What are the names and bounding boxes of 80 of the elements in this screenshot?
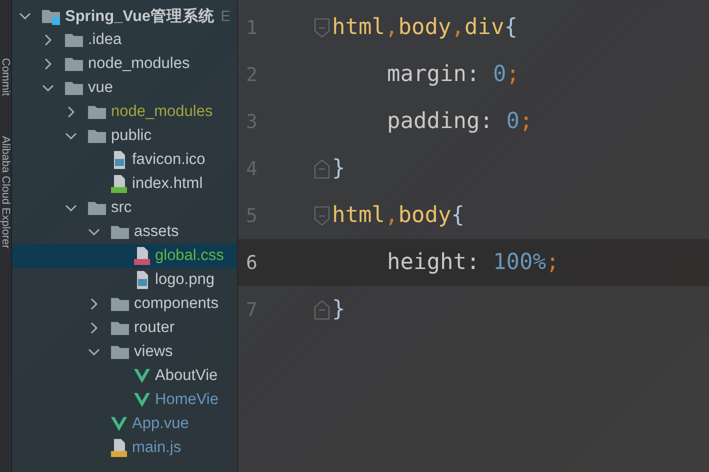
tree-row[interactable]: vue [12,76,237,100]
code-text: html,body,div{ [332,14,518,42]
file-name: Spring_Vue管理系统 [65,6,215,26]
file-name: logo.png [155,271,214,289]
tree-row[interactable]: App.vue [12,412,237,436]
tree-row[interactable]: index.html [12,172,237,196]
file-name: AboutVie [155,367,218,385]
tree-row[interactable]: router [12,316,237,340]
line-number: 6 [245,252,258,274]
html-file-icon [110,174,128,194]
code-text: } [332,154,346,182]
tree-row[interactable]: HomeVie [12,388,237,412]
file-name: App.vue [132,415,189,433]
folder-icon [64,31,84,49]
tree-row[interactable]: assets [12,220,237,244]
file-name: global.css [155,247,224,265]
file-name: vue [88,79,113,97]
tree-row[interactable]: src [12,196,237,220]
folder-icon [110,343,130,361]
file-name: assets [134,223,179,241]
file-name: .idea [88,31,122,49]
vue-file-icon [133,368,151,384]
file-name: public [111,127,152,145]
chevron-right-icon[interactable] [65,106,77,118]
chevron-right-icon[interactable] [88,322,100,334]
project-folder-icon [41,7,61,25]
file-name: views [134,343,173,361]
folder-icon [87,199,107,217]
folder-icon [64,55,84,73]
file-name: favicon.ico [132,151,206,169]
folder-icon [110,295,130,313]
file-name: node_modules [111,103,213,121]
file-name: src [111,199,132,217]
folder-icon [110,223,130,241]
file-name: HomeVie [155,391,218,409]
file-name: index.html [132,175,203,193]
folder-icon [64,79,84,97]
vue-file-icon [110,416,128,432]
vue-file-icon [133,392,151,408]
tree-row[interactable]: favicon.ico [12,148,237,172]
fold-marker-icon[interactable] [314,298,330,320]
tree-row[interactable]: .idea [12,28,237,52]
tree-row[interactable]: views [12,340,237,364]
folder-icon [110,319,130,337]
chevron-down-icon[interactable] [65,130,77,142]
tree-row[interactable]: logo.png [12,268,237,292]
file-name: main.js [132,439,182,457]
tree-row[interactable]: global.css [12,244,237,268]
code-text: margin: 0; [386,60,520,88]
code-text: } [332,296,346,324]
tree-row[interactable]: node_modules [12,52,237,76]
js-file-icon [110,438,128,458]
fold-marker-icon[interactable] [314,204,330,226]
code-text: html,body{ [332,202,464,230]
tree-row[interactable]: components [12,292,237,316]
chevron-right-icon[interactable] [42,34,54,46]
file-name: components [134,295,218,313]
tree-row[interactable]: node_modules [12,100,237,124]
tool-window-tab[interactable]: Commit [0,58,12,96]
chevron-down-icon[interactable] [42,82,54,94]
code-text: height: 100%; [386,248,560,276]
tree-row[interactable]: public [12,124,237,148]
folder-icon [87,127,107,145]
code-text: padding: 0; [386,108,533,136]
folder-icon [87,103,107,121]
chevron-down-icon[interactable] [65,202,77,214]
css-file-icon [133,246,151,266]
chevron-down-icon[interactable] [88,226,100,238]
tree-row[interactable]: main.js [12,436,237,460]
tree-row[interactable]: AboutVie [12,364,237,388]
path-hint: E [220,8,231,24]
chevron-right-icon[interactable] [42,58,54,70]
chevron-down-icon[interactable] [88,346,100,358]
fold-marker-icon[interactable] [314,158,330,180]
fold-marker-icon[interactable] [314,16,330,38]
file-name: router [134,319,174,337]
chevron-down-icon[interactable] [19,10,31,22]
tree-row[interactable]: Spring_Vue管理系统 E [12,4,237,28]
file-name: node_modules [88,55,190,73]
chevron-right-icon[interactable] [88,298,100,310]
